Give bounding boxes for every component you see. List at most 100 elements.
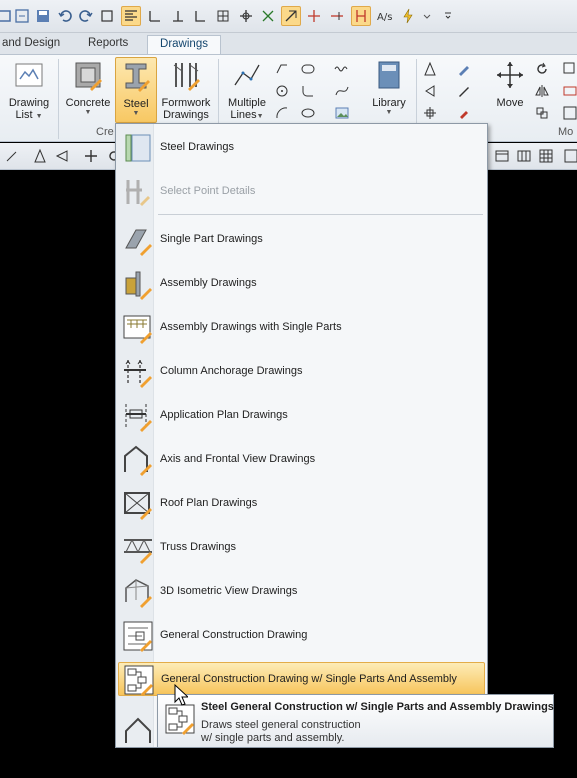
circle-icon[interactable] <box>274 83 292 101</box>
menu-item[interactable]: Truss Drawings <box>118 531 485 565</box>
rotate-icon[interactable] <box>534 61 552 79</box>
menu-item-label: Assembly Drawings with Single Parts <box>160 321 342 333</box>
quick-access-toolbar: A/s <box>0 0 577 33</box>
menu-item[interactable]: Column Anchorage Drawings <box>118 355 485 389</box>
drawing-list-button[interactable]: Drawing List ▼ <box>3 59 55 125</box>
drawing-list-label-1: Drawing <box>8 97 50 109</box>
menu-item[interactable]: Axis and Frontal View Drawings <box>118 443 485 477</box>
qat-dropdown-icon[interactable] <box>417 6 437 26</box>
crosshair-icon[interactable] <box>236 6 256 26</box>
modify-group-label: Mo <box>558 126 574 138</box>
trim-icon[interactable] <box>304 6 324 26</box>
steel-dropdown-menu: Steel Drawings Select Point Details Single… <box>115 123 488 748</box>
wedge-tool-icon[interactable] <box>54 148 72 166</box>
move-button[interactable]: Move <box>488 59 532 125</box>
dimension-icon[interactable] <box>351 6 371 26</box>
steel-label: Steel <box>123 98 149 110</box>
columns-tool-icon[interactable] <box>516 148 534 166</box>
formwork-icon <box>170 59 202 91</box>
menu-item[interactable]: Roof Plan Drawings <box>118 487 485 521</box>
scale-icon[interactable] <box>562 61 577 79</box>
general-construction-icon <box>122 620 154 652</box>
menu-item[interactable]: Steel Drawings <box>118 131 485 165</box>
object-snap-icon[interactable] <box>258 6 278 26</box>
grid-tool-icon[interactable] <box>538 148 556 166</box>
spline-icon[interactable] <box>334 83 352 101</box>
menu-item-label: Truss Drawings <box>160 541 236 553</box>
multiple-lines-label-1: Multiple <box>228 97 266 109</box>
tab-reports[interactable]: Reports <box>78 35 138 54</box>
cloud-icon[interactable] <box>300 61 318 79</box>
menu-item-label: Assembly Drawings <box>160 277 257 289</box>
tab-drawings[interactable]: Drawings <box>147 35 221 54</box>
corner-icon[interactable] <box>190 6 210 26</box>
steel-button[interactable]: Steel ▼ <box>115 57 157 123</box>
drawing-list-icon <box>13 59 45 91</box>
triangle-tool-icon[interactable] <box>32 148 50 166</box>
table-tool-icon[interactable] <box>494 148 512 166</box>
offset-icon[interactable] <box>422 83 440 101</box>
clear-icon[interactable] <box>97 6 117 26</box>
multiple-lines-button[interactable]: Multiple Lines▼ <box>222 59 272 125</box>
pan-tool-icon[interactable] <box>83 148 101 166</box>
concrete-button[interactable]: Concrete ▼ <box>62 59 114 119</box>
snap-icon[interactable] <box>145 6 165 26</box>
menu-item[interactable]: Single Part Drawings <box>118 223 485 257</box>
truss-icon <box>122 532 154 564</box>
menu-item[interactable]: Assembly Drawings <box>118 267 485 301</box>
library-button[interactable]: Library ▼ <box>366 59 412 125</box>
menu-item-label: General Construction Drawing <box>160 629 308 641</box>
menu-item[interactable]: Assembly Drawings with Single Parts <box>118 311 485 345</box>
array-icon[interactable] <box>422 105 440 123</box>
image-icon[interactable] <box>334 105 352 123</box>
stretch-icon[interactable] <box>562 83 577 101</box>
move-arrows-icon <box>494 59 526 91</box>
redo-icon[interactable] <box>76 6 96 26</box>
ellipse-icon[interactable] <box>300 105 318 123</box>
pick-icon[interactable] <box>456 105 474 123</box>
customize-icon[interactable] <box>438 6 458 26</box>
extend-icon[interactable] <box>327 6 347 26</box>
chevron-down-icon: ▼ <box>256 113 264 120</box>
formwork-label-2: Drawings <box>163 109 209 121</box>
polyline-icon[interactable] <box>274 61 292 79</box>
menu-item-label: Column Anchorage Drawings <box>160 365 303 377</box>
text-size-icon[interactable]: A/s <box>374 6 394 26</box>
menu-item[interactable]: 3D Isometric View Drawings <box>118 575 485 609</box>
multiple-lines-label-2: Lines <box>230 109 257 121</box>
save-icon[interactable] <box>33 6 53 26</box>
menu-item[interactable]: Application Plan Drawings <box>118 399 485 433</box>
mirror-icon[interactable] <box>422 61 440 79</box>
brush-icon[interactable] <box>456 61 474 79</box>
ortho-icon[interactable] <box>281 6 301 26</box>
menu-item-label: Roof Plan Drawings <box>160 497 258 509</box>
arc-icon[interactable] <box>274 105 292 123</box>
explode-icon[interactable] <box>562 105 577 123</box>
undo-icon[interactable] <box>55 6 75 26</box>
menu-item[interactable]: General Construction Drawing <box>118 619 485 653</box>
select-point-details-icon <box>122 176 154 208</box>
mirror-axis-icon[interactable] <box>534 83 552 101</box>
grid-icon[interactable] <box>213 6 233 26</box>
multiple-lines-icon <box>231 59 263 91</box>
column-anchorage-icon <box>122 356 154 388</box>
menu-item-label: Steel Drawings <box>160 141 234 153</box>
lightning-icon[interactable] <box>398 6 418 26</box>
move-label: Move <box>496 97 524 109</box>
menu-item: Select Point Details <box>118 175 485 209</box>
tab-and-design[interactable]: and Design <box>0 35 70 54</box>
chevron-down-icon: ▼ <box>132 110 140 117</box>
menu-separator <box>158 214 483 215</box>
layers-icon[interactable] <box>121 6 141 26</box>
wave-line-icon[interactable] <box>334 61 352 79</box>
partial-item-icon <box>122 711 154 743</box>
perpendicular-icon[interactable] <box>168 6 188 26</box>
open-icon[interactable] <box>12 6 32 26</box>
drawing-list-label-2: List <box>15 109 33 121</box>
fillet-icon[interactable] <box>300 83 318 101</box>
frame-tool-icon[interactable] <box>563 148 577 166</box>
pen-icon[interactable] <box>456 83 474 101</box>
copy-icon[interactable] <box>534 105 552 123</box>
draw-tool-icon[interactable] <box>4 148 22 166</box>
formwork-drawings-button[interactable]: Formwork Drawings <box>158 59 214 125</box>
